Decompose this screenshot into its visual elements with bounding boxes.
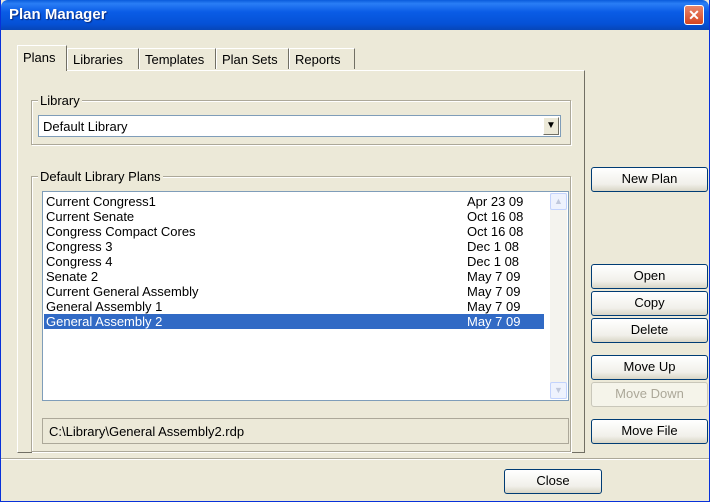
close-window-button[interactable]: ✕ xyxy=(684,5,704,25)
plan-file-path: C:\Library\General Assembly2.rdp xyxy=(42,418,569,444)
new-plan-button[interactable]: New Plan xyxy=(591,167,708,192)
plan-manager-window: Plan Manager ✕ Plans Libraries Templates… xyxy=(0,0,710,502)
tab-plan-sets[interactable]: Plan Sets xyxy=(216,48,289,69)
open-button[interactable]: Open xyxy=(591,264,708,289)
list-item[interactable]: Senate 2 May 7 09 xyxy=(44,269,544,284)
list-item[interactable]: Congress 4 Dec 1 08 xyxy=(44,254,544,269)
close-button[interactable]: Close xyxy=(504,469,602,494)
list-item-selected[interactable]: General Assembly 2 May 7 09 xyxy=(44,314,544,329)
move-file-button[interactable]: Move File xyxy=(591,419,708,444)
library-dropdown-value: Default Library xyxy=(43,119,128,134)
library-dropdown[interactable]: Default Library ▼ xyxy=(38,115,561,137)
plans-scrollbar[interactable]: ▲ ▼ xyxy=(550,193,567,399)
list-item[interactable]: General Assembly 1 May 7 09 xyxy=(44,299,544,314)
delete-button[interactable]: Delete xyxy=(591,318,708,343)
tab-reports[interactable]: Reports xyxy=(289,48,355,69)
scroll-down-icon[interactable]: ▼ xyxy=(550,382,567,399)
move-up-button[interactable]: Move Up xyxy=(591,355,708,380)
move-down-button[interactable]: Move Down xyxy=(591,382,708,407)
tab-templates[interactable]: Templates xyxy=(139,48,216,69)
window-title: Plan Manager xyxy=(9,6,107,23)
plans-listbox[interactable]: Current Congress1 Apr 23 09 Current Senat… xyxy=(42,191,569,401)
tab-plans[interactable]: Plans xyxy=(17,45,67,71)
plan-file-path-text: C:\Library\General Assembly2.rdp xyxy=(49,424,245,439)
copy-button[interactable]: Copy xyxy=(591,291,708,316)
list-item[interactable]: Congress 3 Dec 1 08 xyxy=(44,239,544,254)
scroll-up-icon[interactable]: ▲ xyxy=(550,193,567,210)
list-item[interactable]: Current Congress1 Apr 23 09 xyxy=(44,194,544,209)
list-item[interactable]: Current Senate Oct 16 08 xyxy=(44,209,544,224)
library-group-label: Library xyxy=(38,93,82,108)
title-bar[interactable]: Plan Manager ✕ xyxy=(1,0,709,30)
list-item[interactable]: Congress Compact Cores Oct 16 08 xyxy=(44,224,544,239)
library-plans-group-label: Default Library Plans xyxy=(38,169,163,184)
footer-separator xyxy=(1,458,709,460)
tab-libraries[interactable]: Libraries xyxy=(67,48,139,69)
chevron-down-icon[interactable]: ▼ xyxy=(543,117,559,135)
close-icon: ✕ xyxy=(688,7,700,23)
list-item[interactable]: Current General Assembly May 7 09 xyxy=(44,284,544,299)
